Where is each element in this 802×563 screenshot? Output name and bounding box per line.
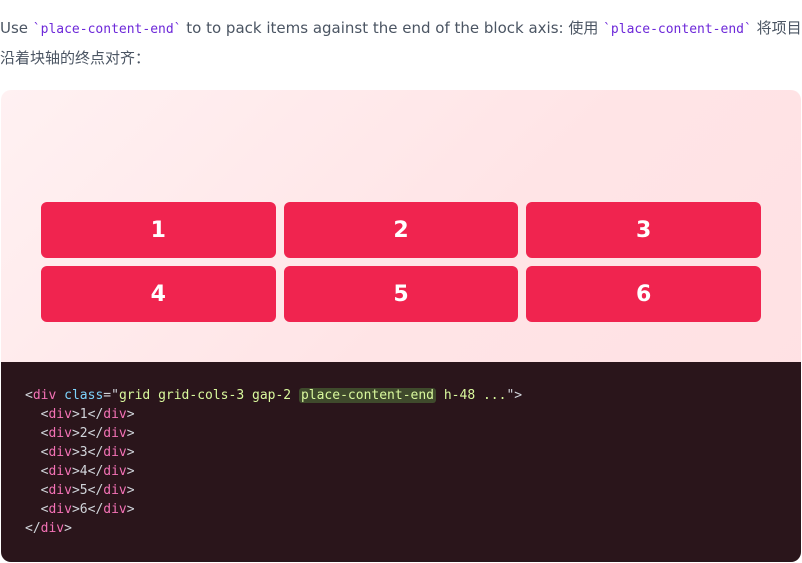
code-child-text: 4 bbox=[79, 464, 88, 479]
code-child-close-tag: div bbox=[103, 483, 127, 498]
code-child-text: 5 bbox=[79, 483, 88, 498]
code-child-text: 3 bbox=[79, 445, 88, 460]
code-listing[interactable]: <div class="grid grid-cols-3 gap-2 place… bbox=[25, 386, 522, 538]
grid-item-6: 6 bbox=[526, 266, 761, 322]
code-open-tag: div bbox=[32, 388, 57, 403]
code-class-highlight: place-content-end bbox=[298, 388, 437, 403]
code-child-tag: div bbox=[48, 464, 72, 479]
grid-item-4: 4 bbox=[41, 266, 276, 322]
grid-item-5: 5 bbox=[283, 266, 519, 322]
demo-preview: 1 2 3 4 5 6 bbox=[1, 90, 801, 362]
code-child-close-tag: div bbox=[103, 426, 127, 441]
intro-code-2: `place-content-end` bbox=[603, 22, 752, 37]
code-child-close-tag: div bbox=[103, 502, 127, 517]
code-class-before: grid grid-cols-3 gap-2 bbox=[118, 388, 299, 403]
code-child-text: 6 bbox=[79, 502, 88, 517]
grid-item-1: 1 bbox=[41, 202, 276, 258]
code-child-text: 2 bbox=[79, 426, 88, 441]
code-child-close-tag: div bbox=[103, 407, 127, 422]
code-child-tag: div bbox=[48, 483, 72, 498]
code-child-close-tag: div bbox=[103, 464, 127, 479]
code-child-tag: div bbox=[48, 407, 72, 422]
intro-before: Use bbox=[0, 19, 33, 37]
intro-middle: to to pack items against the end of the … bbox=[181, 19, 604, 37]
intro-code-1: `place-content-end` bbox=[32, 22, 182, 37]
example-card: 1 2 3 4 5 6 <div class="grid grid-cols-3… bbox=[1, 90, 801, 562]
demo-grid: 1 2 3 4 5 6 bbox=[41, 202, 761, 322]
code-close-tag: div bbox=[40, 521, 65, 536]
code-child-tag: div bbox=[48, 502, 72, 517]
grid-item-3: 3 bbox=[526, 202, 761, 258]
intro-text: Use `place-content-end` to to pack items… bbox=[0, 14, 802, 72]
grid-item-2: 2 bbox=[283, 202, 519, 258]
code-block[interactable]: <div class="grid grid-cols-3 gap-2 place… bbox=[1, 362, 801, 562]
code-child-tag: div bbox=[48, 445, 72, 460]
code-child-close-tag: div bbox=[103, 445, 127, 460]
code-attr-name: class bbox=[64, 388, 104, 403]
code-class-after: h-48 ... bbox=[436, 388, 507, 403]
code-child-text: 1 bbox=[79, 407, 88, 422]
code-child-tag: div bbox=[48, 426, 72, 441]
